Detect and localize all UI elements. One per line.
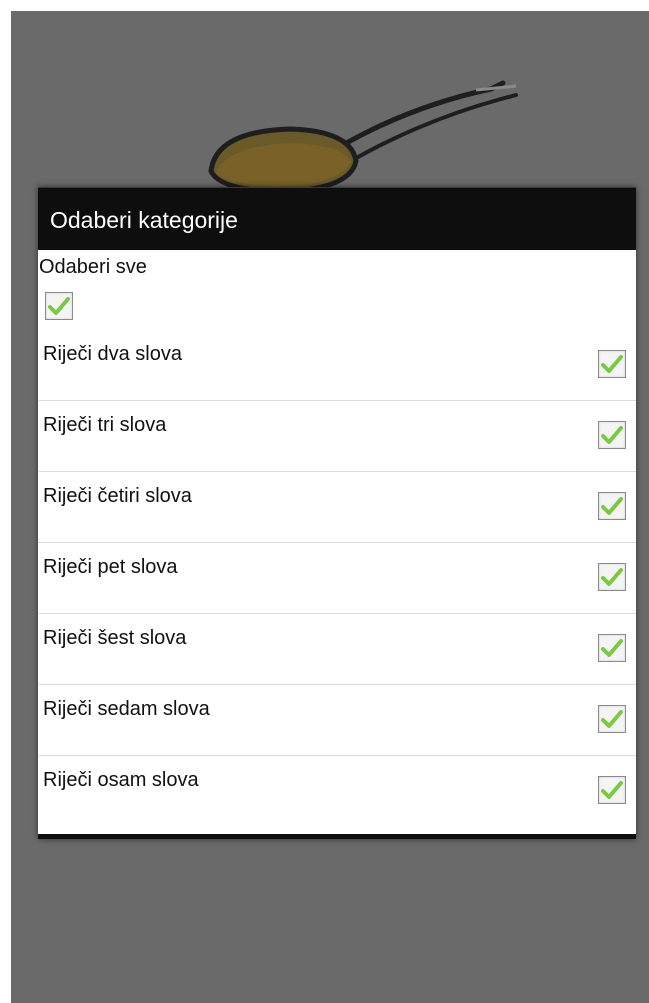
category-item[interactable]: Riječi šest slova xyxy=(38,614,636,685)
checkmark-icon xyxy=(601,497,623,515)
category-label: Riječi dva slova xyxy=(43,343,182,365)
category-checkbox[interactable] xyxy=(598,634,626,662)
dimmed-screen: Odaberi kategorije Odaberi sve Riječi dv… xyxy=(11,11,649,1003)
category-item[interactable]: Riječi dva slova xyxy=(38,330,636,401)
category-checkbox[interactable] xyxy=(598,350,626,378)
category-dialog: Odaberi kategorije Odaberi sve Riječi dv… xyxy=(38,187,636,839)
category-checkbox[interactable] xyxy=(598,421,626,449)
checkmark-icon xyxy=(601,355,623,373)
category-label: Riječi tri slova xyxy=(43,414,167,436)
category-checkbox[interactable] xyxy=(598,492,626,520)
category-item[interactable]: Riječi pet slova xyxy=(38,543,636,614)
checkmark-icon xyxy=(601,639,623,657)
category-checkbox[interactable] xyxy=(598,563,626,591)
category-item[interactable]: Riječi tri slova xyxy=(38,401,636,472)
dialog-title: Odaberi kategorije xyxy=(50,207,238,233)
select-all-checkbox[interactable] xyxy=(45,292,73,320)
category-label: Riječi šest slova xyxy=(43,627,187,649)
dialog-title-bar: Odaberi kategorije xyxy=(38,187,636,250)
checkmark-icon xyxy=(601,781,623,799)
category-label: Riječi sedam slova xyxy=(43,698,210,720)
dialog-bottom-bar xyxy=(38,834,636,839)
category-label: Riječi pet slova xyxy=(43,556,178,578)
category-checkbox[interactable] xyxy=(598,776,626,804)
checkmark-icon xyxy=(601,710,623,728)
select-all-label: Odaberi sve xyxy=(39,256,147,278)
checkmark-icon xyxy=(48,297,70,315)
category-checkbox[interactable] xyxy=(598,705,626,733)
category-item[interactable]: Riječi četiri slova xyxy=(38,472,636,543)
category-label: Riječi četiri slova xyxy=(43,485,192,507)
checkmark-icon xyxy=(601,426,623,444)
category-item[interactable]: Riječi osam slova xyxy=(38,756,636,826)
checkmark-icon xyxy=(601,568,623,586)
select-all-row[interactable]: Odaberi sve xyxy=(38,250,636,330)
category-label: Riječi osam slova xyxy=(43,769,199,791)
category-list: Riječi dva slova Riječi tri slova Riječi… xyxy=(38,330,636,826)
category-item[interactable]: Riječi sedam slova xyxy=(38,685,636,756)
